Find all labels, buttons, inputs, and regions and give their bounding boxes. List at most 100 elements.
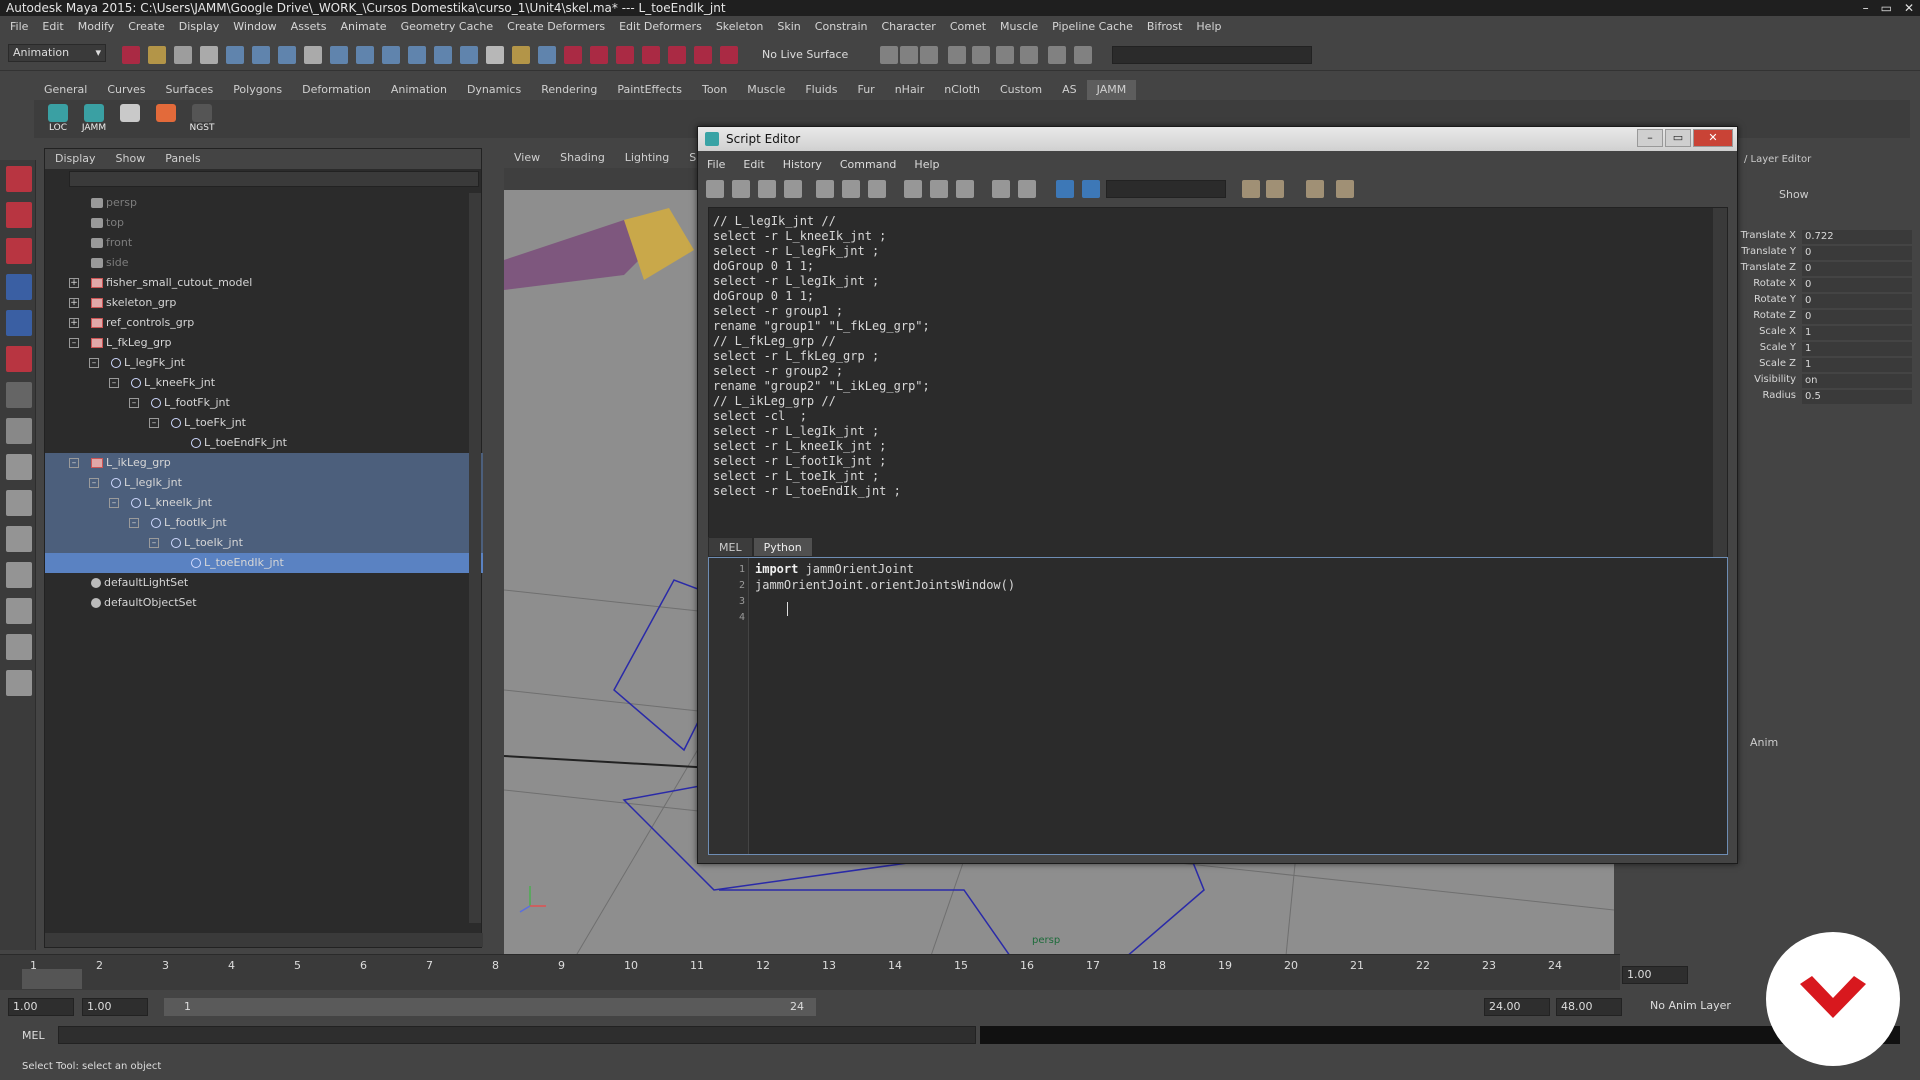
end-time-field[interactable]: 48.00 — [1556, 998, 1622, 1016]
expand-toggle-icon[interactable]: – — [129, 518, 139, 528]
channel-scale-y[interactable]: Scale Y 1 — [1760, 342, 1914, 357]
current-frame-field[interactable]: 1.00 — [1622, 966, 1688, 984]
tool-icon[interactable] — [6, 670, 32, 696]
status-tool-icon[interactable] — [408, 46, 426, 64]
channel-translate-y[interactable]: Translate Y 0 — [1741, 246, 1914, 261]
channel-value[interactable]: 1 — [1802, 326, 1912, 340]
shelf-tab-muscle[interactable]: Muscle — [737, 80, 795, 100]
status-tool-icon[interactable] — [1074, 46, 1092, 64]
menu-geometry-cache[interactable]: Geometry Cache — [395, 16, 502, 37]
shelf-tab-as[interactable]: AS — [1052, 80, 1087, 100]
menu-animate[interactable]: Animate — [334, 16, 394, 37]
outliner-item[interactable]: front — [45, 233, 483, 253]
outliner-item[interactable]: – L_legIk_jnt — [45, 473, 483, 493]
script-tool-icon[interactable] — [784, 180, 802, 198]
status-tool-icon[interactable] — [226, 46, 244, 64]
channel-visibility[interactable]: Visibility on — [1754, 374, 1914, 389]
status-tool-icon[interactable] — [486, 46, 504, 64]
maximize-icon[interactable]: ▭ — [1665, 129, 1691, 147]
shelf-button[interactable]: JAMM — [80, 104, 108, 134]
time-slider[interactable]: 1 2 3 4 5 6 7 8 9 10 11 12 13 14 15 16 17 18 19 20 21 22 23 24 — [0, 954, 1620, 990]
anim-layer-dropdown[interactable]: No Anim Layer — [1650, 999, 1731, 1012]
status-tool-icon[interactable] — [694, 46, 712, 64]
channel-value[interactable]: 0 — [1802, 310, 1912, 324]
status-tool-icon[interactable] — [174, 46, 192, 64]
channel-value[interactable]: on — [1802, 374, 1912, 388]
expand-toggle-icon[interactable]: – — [89, 358, 99, 368]
script-menu-history[interactable]: History — [774, 155, 831, 175]
tool-icon[interactable] — [6, 634, 32, 660]
outliner-item[interactable]: defaultObjectSet — [45, 593, 483, 613]
menu-create[interactable]: Create — [122, 16, 173, 37]
script-tool-icon[interactable] — [1018, 180, 1036, 198]
script-tool-icon[interactable] — [904, 180, 922, 198]
outliner-item[interactable]: – L_toeIk_jnt — [45, 533, 483, 553]
status-tool-icon[interactable] — [252, 46, 270, 64]
tool-icon[interactable] — [6, 562, 32, 588]
channel-value[interactable]: 0.5 — [1802, 390, 1912, 404]
shelf-tab-dynamics[interactable]: Dynamics — [457, 80, 531, 100]
menu-character[interactable]: Character — [876, 16, 944, 37]
channel-scale-z[interactable]: Scale Z 1 — [1759, 358, 1914, 373]
menu-skeleton[interactable]: Skeleton — [710, 16, 772, 37]
shelf-tab-ncloth[interactable]: nCloth — [934, 80, 990, 100]
tool-icon[interactable] — [6, 382, 32, 408]
command-line-language[interactable]: MEL — [22, 1029, 45, 1042]
status-tool-icon[interactable] — [564, 46, 582, 64]
menu-set-dropdown[interactable]: Animation ▾ — [8, 44, 106, 62]
menu-muscle[interactable]: Muscle — [994, 16, 1046, 37]
menu-assets[interactable]: Assets — [285, 16, 335, 37]
status-tool-icon[interactable] — [434, 46, 452, 64]
expand-toggle-icon[interactable]: – — [129, 398, 139, 408]
menu-create-deformers[interactable]: Create Deformers — [501, 16, 613, 37]
tool-icon[interactable] — [6, 346, 32, 372]
viewport-menu-lighting[interactable]: Lighting — [615, 148, 679, 168]
shelf-tab-surfaces[interactable]: Surfaces — [156, 80, 224, 100]
shelf-tab-polygons[interactable]: Polygons — [223, 80, 292, 100]
outliner-item[interactable]: + skeleton_grp — [45, 293, 483, 313]
status-tool-icon[interactable] — [920, 46, 938, 64]
shelf-tab-general[interactable]: General — [34, 80, 97, 100]
expand-toggle-icon[interactable]: – — [149, 538, 159, 548]
tool-icon[interactable] — [6, 166, 32, 192]
script-tool-icon[interactable] — [758, 180, 776, 198]
status-tool-icon[interactable] — [382, 46, 400, 64]
menu-constrain[interactable]: Constrain — [809, 16, 876, 37]
expand-toggle-icon[interactable]: + — [69, 318, 79, 328]
outliner-item[interactable]: L_toeEndIk_jnt — [45, 553, 483, 573]
tool-icon[interactable] — [6, 310, 32, 336]
channel-value[interactable]: 1 — [1802, 358, 1912, 372]
status-tool-icon[interactable] — [996, 46, 1014, 64]
status-tool-icon[interactable] — [616, 46, 634, 64]
script-tool-icon[interactable] — [1056, 180, 1074, 198]
tab-python[interactable]: Python — [752, 537, 813, 557]
close-icon[interactable]: ✕ — [1693, 129, 1733, 147]
shelf-tab-fur[interactable]: Fur — [847, 80, 884, 100]
script-tool-icon[interactable] — [868, 180, 886, 198]
status-tool-icon[interactable] — [304, 46, 322, 64]
status-tool-icon[interactable] — [590, 46, 608, 64]
script-editor-title-bar[interactable]: Script Editor – ▭ ✕ — [698, 127, 1737, 151]
script-tool-icon[interactable] — [992, 180, 1010, 198]
shelf-tab-animation[interactable]: Animation — [381, 80, 457, 100]
outliner-item[interactable]: side — [45, 253, 483, 273]
status-tool-icon[interactable] — [948, 46, 966, 64]
script-tool-icon[interactable] — [1336, 180, 1354, 198]
script-input-pane[interactable]: 1 2 3 4 import jammOrientJoint jammOrien… — [708, 557, 1728, 855]
code-line-2[interactable]: jammOrientJoint.orientJointsWindow() — [755, 578, 1015, 592]
script-tool-icon[interactable] — [816, 180, 834, 198]
channel-rotate-y[interactable]: Rotate Y 0 — [1754, 294, 1914, 309]
script-tool-icon[interactable] — [1306, 180, 1324, 198]
playback-start-field[interactable]: 1.00 — [82, 998, 148, 1016]
channel-rotate-x[interactable]: Rotate X 0 — [1753, 278, 1914, 293]
menu-modify[interactable]: Modify — [72, 16, 122, 37]
outliner-filter-input[interactable] — [69, 171, 479, 187]
outliner-item[interactable]: L_toeEndFk_jnt — [45, 433, 483, 453]
channel-value[interactable]: 0 — [1802, 262, 1912, 276]
outliner-item[interactable]: – L_footIk_jnt — [45, 513, 483, 533]
script-tool-icon[interactable] — [842, 180, 860, 198]
shelf-tab-jamm[interactable]: JAMM — [1086, 80, 1137, 100]
outliner-menu-panels[interactable]: Panels — [155, 149, 210, 169]
script-menu-file[interactable]: File — [698, 155, 734, 175]
shelf-button[interactable]: LOC — [44, 104, 72, 134]
